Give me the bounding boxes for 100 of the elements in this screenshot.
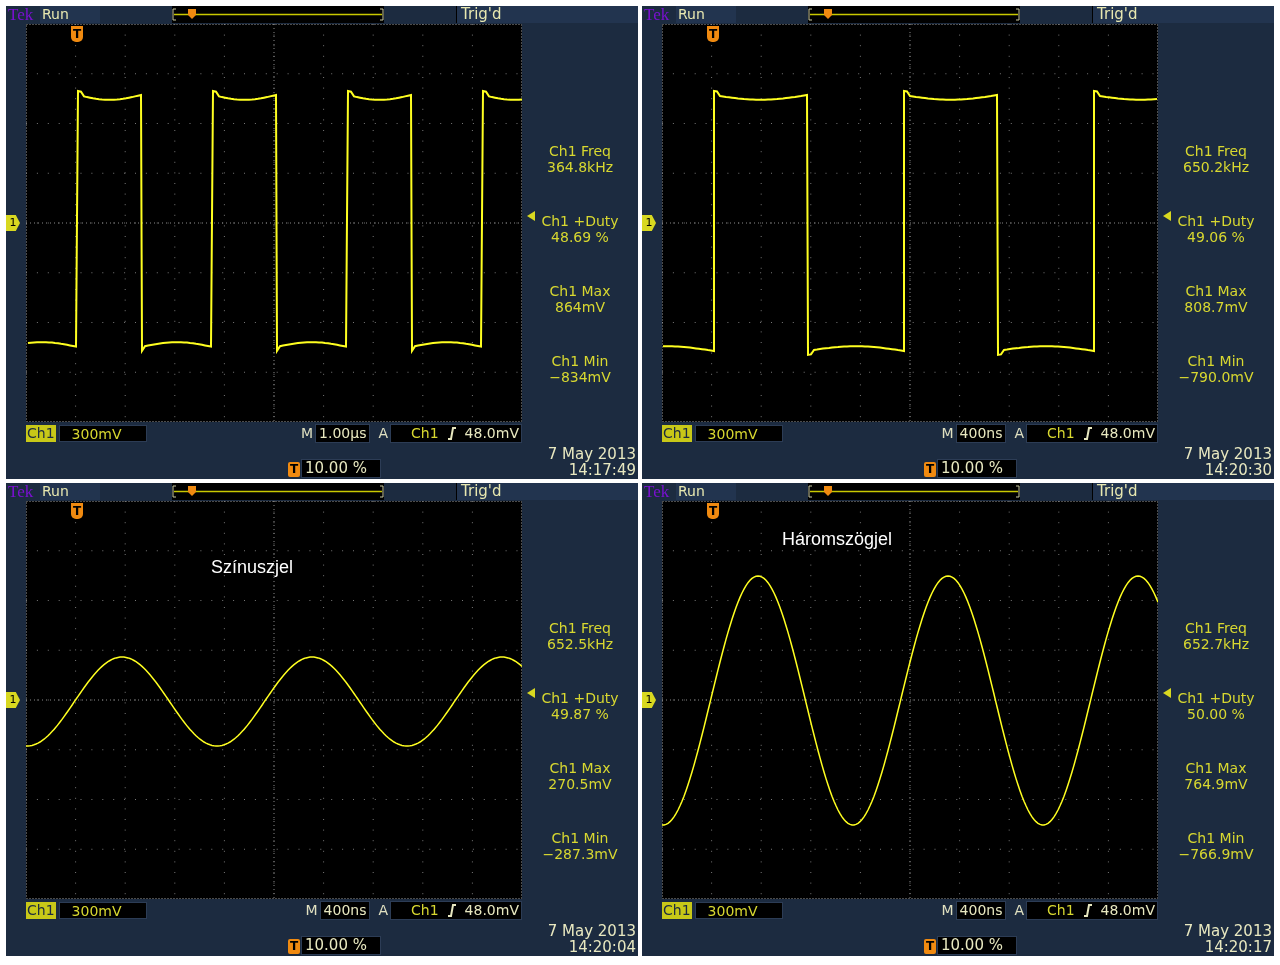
trigger-position-icon: T: [924, 939, 936, 954]
trigger-status: Trig'd: [456, 483, 638, 500]
timebase-value: 400ns: [955, 900, 1007, 920]
measurement-label: Ch1 Max: [1185, 760, 1247, 776]
rising-edge-icon: [446, 426, 457, 440]
date-text: 7 May 2013: [547, 446, 636, 462]
date-text: 7 May 2013: [547, 923, 636, 939]
measurement-value: 49.87 %: [551, 706, 609, 722]
measurement-value: −766.9mV: [1178, 846, 1254, 862]
measurement-value: −790.0mV: [1178, 369, 1254, 385]
measurement-label: Ch1 Freq: [1185, 143, 1247, 159]
timebase-label: M: [301, 425, 314, 441]
measurement-label: Ch1 Max: [1185, 283, 1247, 299]
trigger-level: 48.0mV: [464, 424, 519, 442]
time-text: 14:20:30: [1204, 462, 1272, 478]
measurement-value: 652.7kHz: [1182, 636, 1250, 652]
trigger-position-icon: T: [924, 462, 936, 477]
run-status: Run: [40, 6, 100, 23]
trigger-position-icon: T: [288, 462, 300, 477]
measurement-label: Ch1 Max: [549, 283, 611, 299]
trigger-position: 10.00 %: [301, 459, 381, 478]
trigger-level: 48.0mV: [1100, 424, 1155, 442]
rising-edge-icon: [1082, 426, 1093, 440]
channel-label: Ch1: [26, 424, 56, 442]
trigger-label: A: [378, 425, 389, 441]
rising-edge-icon: [446, 903, 457, 917]
timebase-label: M: [941, 902, 954, 918]
trigger-marker: T: [71, 503, 83, 519]
trigger-position: 10.00 %: [937, 936, 1017, 955]
measurement-label: Ch1 +Duty: [541, 213, 619, 229]
measurement-label: Ch1 +Duty: [1177, 213, 1255, 229]
trigger-label: A: [1014, 425, 1025, 441]
measurement-value: 764.9mV: [1184, 776, 1248, 792]
measurement-value: −287.3mV: [542, 846, 618, 862]
measurement-label: Ch1 +Duty: [541, 690, 619, 706]
volts-per-div: 300mV: [694, 424, 783, 442]
time-text: 14:17:49: [568, 462, 636, 478]
measurement-value: 48.69 %: [551, 229, 609, 245]
trigger-marker: T: [707, 503, 719, 519]
measurement-label: Ch1 Freq: [549, 620, 611, 636]
timebase-value: 400ns: [955, 423, 1007, 443]
channel-marker: 1: [642, 215, 656, 231]
annotation-text: Színuszjel: [211, 557, 294, 578]
brand-label: Tek: [643, 483, 671, 500]
brand-label: Tek: [643, 6, 671, 23]
brand-label: Tek: [7, 483, 35, 500]
measurement-value: −834mV: [549, 369, 611, 385]
channel-label: Ch1: [26, 901, 56, 919]
timebase-value: 1.00µs: [315, 423, 371, 443]
channel-marker: 1: [6, 692, 20, 708]
channel-label: Ch1: [662, 424, 692, 442]
timebase-label: M: [941, 425, 954, 441]
measurement-label: Ch1 Min: [551, 830, 609, 846]
timebase-value: 400ns: [319, 900, 371, 920]
measurement-value: 50.00 %: [1187, 706, 1245, 722]
measurement-value: 270.5mV: [548, 776, 612, 792]
rising-edge-icon: [1082, 903, 1093, 917]
trigger-level: 48.0mV: [1100, 901, 1155, 919]
trigger-position-icon: T: [288, 939, 300, 954]
trigger-marker: T: [71, 26, 83, 42]
measurement-label: Ch1 Min: [1187, 830, 1245, 846]
trigger-level-icon: [527, 688, 535, 698]
date-text: 7 May 2013: [1183, 923, 1272, 939]
run-status: Run: [40, 483, 100, 500]
volts-per-div: 300mV: [58, 901, 147, 919]
annotation-text: Háromszögjel: [782, 529, 893, 550]
trigger-status: Trig'd: [456, 6, 638, 23]
time-text: 14:20:17: [1204, 939, 1272, 955]
measurement-value: 652.5kHz: [546, 636, 614, 652]
trigger-status: Trig'd: [1092, 483, 1274, 500]
trigger-level-icon: [527, 211, 535, 221]
measurement-value: 49.06 %: [1187, 229, 1245, 245]
channel-label: Ch1: [662, 901, 692, 919]
measurement-value: 650.2kHz: [1182, 159, 1250, 175]
trigger-label: A: [378, 902, 389, 918]
brand-label: Tek: [7, 6, 35, 23]
trigger-source: Ch1: [1047, 901, 1075, 919]
trigger-marker: T: [707, 26, 719, 42]
measurement-label: Ch1 Min: [551, 353, 609, 369]
measurement-label: Ch1 +Duty: [1177, 690, 1255, 706]
channel-marker: 1: [642, 692, 656, 708]
trigger-label: A: [1014, 902, 1025, 918]
trigger-status: Trig'd: [1092, 6, 1274, 23]
measurement-label: Ch1 Max: [549, 760, 611, 776]
date-text: 7 May 2013: [1183, 446, 1272, 462]
time-text: 14:20:04: [568, 939, 636, 955]
trigger-position: 10.00 %: [937, 459, 1017, 478]
trigger-level: 48.0mV: [464, 901, 519, 919]
volts-per-div: 300mV: [694, 901, 783, 919]
trigger-level-icon: [1163, 211, 1171, 221]
measurement-label: Ch1 Freq: [1185, 620, 1247, 636]
trigger-source: Ch1: [411, 424, 439, 442]
measurement-value: 364.8kHz: [546, 159, 614, 175]
trigger-position: 10.00 %: [301, 936, 381, 955]
measurement-label: Ch1 Freq: [549, 143, 611, 159]
measurement-value: 864mV: [555, 299, 605, 315]
trigger-level-icon: [1163, 688, 1171, 698]
run-status: Run: [676, 483, 736, 500]
trigger-source: Ch1: [1047, 424, 1075, 442]
volts-per-div: 300mV: [58, 424, 147, 442]
